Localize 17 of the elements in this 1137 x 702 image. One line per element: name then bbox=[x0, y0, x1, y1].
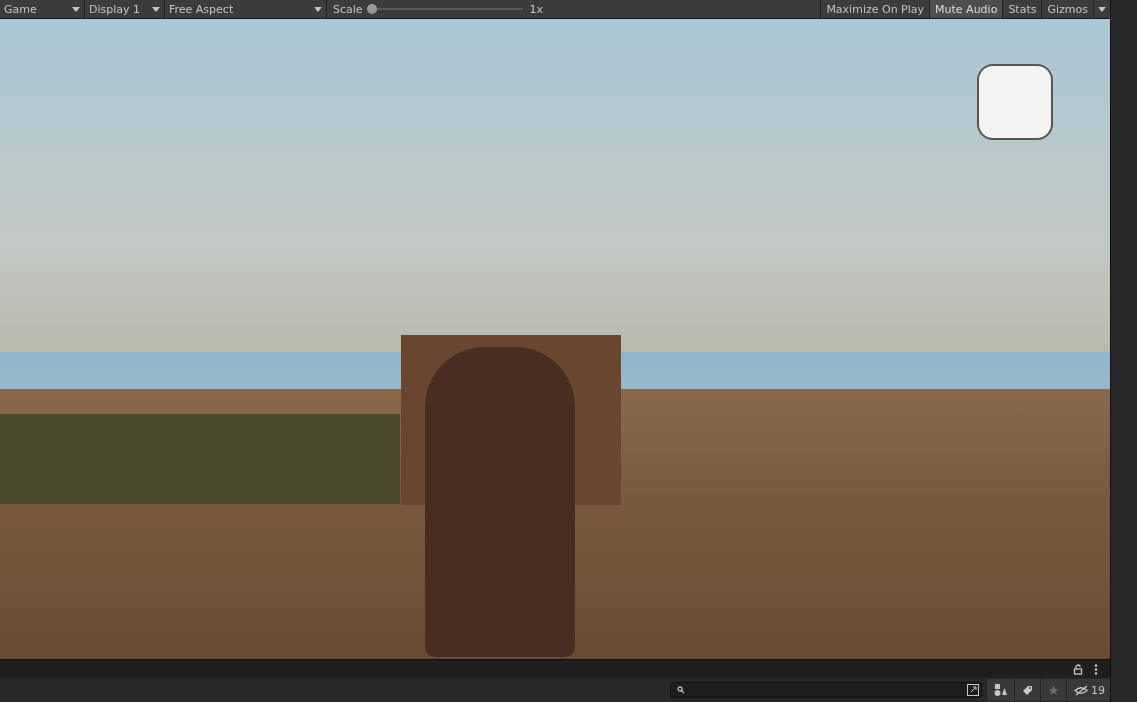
label-filter-button[interactable] bbox=[1014, 679, 1040, 701]
star-icon bbox=[1048, 684, 1059, 696]
on-screen-button[interactable] bbox=[977, 64, 1053, 140]
expand-icon[interactable] bbox=[967, 684, 979, 696]
hidden-objects-button[interactable]: 19 bbox=[1066, 679, 1110, 701]
search-icon bbox=[677, 686, 685, 694]
toolbar-toggle[interactable]: Mute Audio bbox=[929, 0, 1003, 18]
search-field[interactable] bbox=[670, 682, 982, 698]
lock-icon[interactable] bbox=[1073, 663, 1083, 675]
hidden-eye-icon bbox=[1074, 684, 1089, 696]
more-options-icon[interactable] bbox=[1094, 663, 1098, 675]
scale-label: Scale bbox=[333, 2, 363, 16]
shapes-filter-button[interactable] bbox=[986, 679, 1014, 701]
tag-icon bbox=[1022, 684, 1033, 696]
shapes-icon bbox=[994, 684, 1007, 696]
scale-value: 1x bbox=[529, 2, 543, 16]
hidden-count: 19 bbox=[1091, 683, 1105, 697]
